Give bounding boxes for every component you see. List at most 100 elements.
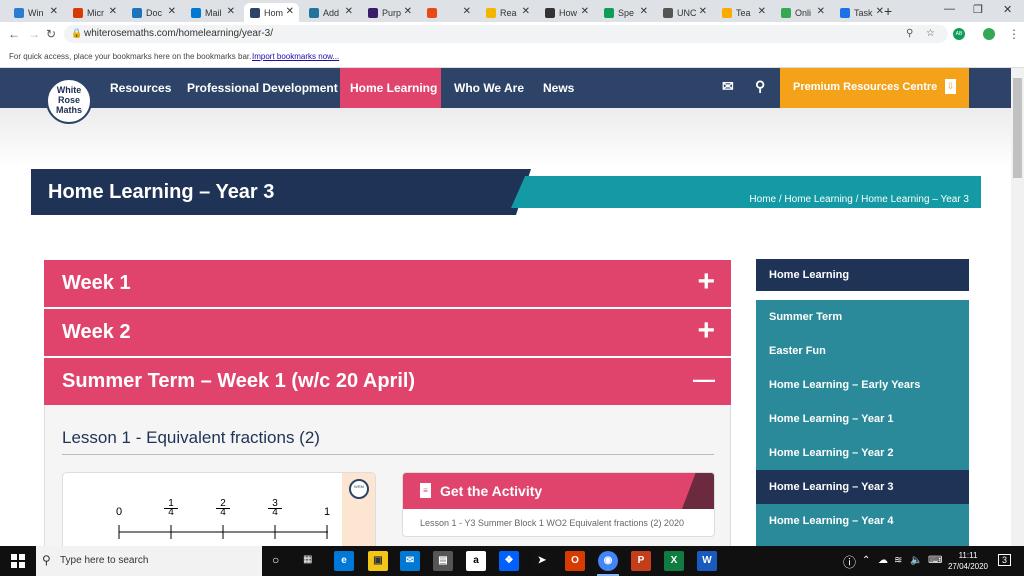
accordion-week-1[interactable]: Week 1 +	[44, 260, 731, 307]
reload-icon[interactable]: ↻	[46, 27, 56, 41]
forward-icon[interactable]: →	[28, 27, 40, 41]
tab-close-icon[interactable]: ✕	[109, 6, 117, 17]
tab-close-icon[interactable]: ✕	[817, 6, 825, 17]
breadcrumb[interactable]: Home / Home Learning / Home Learning – Y…	[749, 194, 969, 205]
mail-app-icon[interactable]: ✉	[400, 551, 420, 571]
browser-tab[interactable]: Task ✕	[834, 3, 889, 22]
menu-icon[interactable]: ⋮	[1008, 27, 1020, 41]
tab-close-icon[interactable]: ✕	[168, 6, 176, 17]
tab-close-icon[interactable]: ✕	[581, 6, 589, 17]
browser-tab[interactable]: Add ✕	[303, 3, 358, 22]
browser-tab[interactable]: Rea ✕	[480, 3, 535, 22]
expand-icon[interactable]: +	[697, 265, 715, 299]
tab-close-icon[interactable]: ✕	[699, 6, 707, 17]
accordion-week-2[interactable]: Week 2 +	[44, 309, 731, 356]
tab-close-icon[interactable]: ✕	[876, 6, 884, 17]
file-explorer-icon[interactable]: ▣	[368, 551, 388, 571]
browser-tab[interactable]: Hom ✕	[244, 3, 299, 22]
tab-close-icon[interactable]: ✕	[463, 6, 471, 17]
browser-tab[interactable]: Tea ✕	[716, 3, 771, 22]
star-icon[interactable]: ☆	[926, 28, 935, 39]
accordion-summer-week-1[interactable]: Summer Term – Week 1 (w/c 20 April) —	[44, 358, 731, 405]
tab-close-icon[interactable]: ✕	[404, 6, 412, 17]
powerpoint-icon[interactable]: P	[631, 551, 651, 571]
excel-icon[interactable]: X	[664, 551, 684, 571]
browser-tab[interactable]: Win ✕	[8, 3, 63, 22]
office-icon[interactable]: O	[565, 551, 585, 571]
chrome-icon[interactable]: ◉	[598, 551, 618, 571]
browser-tab[interactable]: Mail ✕	[185, 3, 240, 22]
activity-description[interactable]: Lesson 1 - Y3 Summer Block 1 WO2 Equival…	[420, 518, 684, 528]
bolt-app-icon[interactable]: ➤	[532, 551, 552, 571]
tab-close-icon[interactable]: ✕	[50, 6, 58, 17]
nav-professional-development[interactable]: Professional Development	[187, 81, 338, 95]
notification-center-icon[interactable]: 3	[998, 554, 1012, 566]
sidebar-item-year-3[interactable]: Home Learning – Year 3	[756, 470, 969, 504]
nav-home-learning[interactable]: Home Learning	[350, 81, 437, 95]
browser-tab[interactable]: Onli ✕	[775, 3, 830, 22]
restore-button[interactable]: ❐	[973, 3, 983, 16]
get-activity-card[interactable]: ≡ Get the Activity Lesson 1 - Y3 Summer …	[402, 472, 715, 537]
tab-close-icon[interactable]: ✕	[286, 6, 294, 17]
scrollbar-thumb[interactable]	[1013, 78, 1022, 178]
wifi-icon[interactable]: ≋	[894, 555, 902, 566]
browser-tab[interactable]: Doc ✕	[126, 3, 181, 22]
sidebar-item-year-2[interactable]: Home Learning – Year 2	[756, 436, 969, 470]
expand-icon[interactable]: +	[697, 314, 715, 348]
browser-tab[interactable]: ✕	[421, 3, 476, 22]
tab-close-icon[interactable]: ✕	[227, 6, 235, 17]
profile-avatar[interactable]: AB	[953, 28, 965, 40]
volume-icon[interactable]: 🔈	[910, 555, 922, 566]
browser-tab[interactable]: Micr ✕	[67, 3, 122, 22]
taskbar-clock[interactable]: 11:11 27/04/2020	[944, 550, 992, 572]
tab-favicon-icon	[486, 7, 496, 18]
premium-resources-button[interactable]: Premium Resources Centre ⇩	[780, 68, 969, 108]
search-icon[interactable]: ⚲	[755, 78, 765, 95]
cortana-icon[interactable]: ○	[272, 553, 279, 567]
nav-resources[interactable]: Resources	[110, 81, 171, 95]
minimize-button[interactable]: —	[944, 3, 955, 15]
url-text[interactable]: whiterosemaths.com/homelearning/year-3/	[84, 28, 273, 39]
cloud-icon[interactable]: ☁	[878, 555, 888, 566]
windows-start-icon[interactable]	[11, 554, 25, 568]
chevron-up-icon[interactable]: ⌃	[862, 555, 870, 566]
dropbox-icon[interactable]: ❖	[499, 551, 519, 571]
keyboard-icon[interactable]: ⌨	[928, 555, 942, 566]
collapse-icon[interactable]: —	[693, 367, 715, 393]
edge-icon[interactable]: e	[334, 551, 354, 571]
omnibox[interactable]: 🔒 whiterosemaths.com/homelearning/year-3…	[64, 25, 948, 43]
sidebar-heading[interactable]: Home Learning	[756, 259, 969, 291]
browser-tab[interactable]: Purp ✕	[362, 3, 417, 22]
new-tab-button[interactable]: +	[884, 3, 892, 19]
sidebar-item-easter-fun[interactable]: Easter Fun	[756, 334, 969, 368]
sidebar-item-summer-term[interactable]: Summer Term	[756, 300, 969, 334]
tab-favicon-icon	[722, 7, 732, 18]
white-rose-maths-logo[interactable]: White Rose Maths	[46, 78, 92, 124]
mail-icon[interactable]: ✉	[722, 78, 734, 95]
word-icon[interactable]: W	[697, 551, 717, 571]
tab-close-icon[interactable]: ✕	[522, 6, 530, 17]
browser-tab[interactable]: UNC ✕	[657, 3, 712, 22]
close-window-button[interactable]: ✕	[1003, 3, 1012, 16]
shield-extension-icon[interactable]	[983, 28, 995, 40]
tab-close-icon[interactable]: ✕	[345, 6, 353, 17]
sidebar-item-early-years[interactable]: Home Learning – Early Years	[756, 368, 969, 402]
zoom-icon[interactable]: ⚲	[906, 28, 913, 39]
import-bookmarks-link[interactable]: Import bookmarks now...	[252, 52, 339, 61]
browser-tab[interactable]: Spe ✕	[598, 3, 653, 22]
nav-who-we-are[interactable]: Who We Are	[454, 81, 524, 95]
taskbar-search-box[interactable]: ⚲ Type here to search	[36, 546, 262, 576]
amazon-icon[interactable]: a	[466, 551, 486, 571]
nav-news[interactable]: News	[543, 81, 574, 95]
store-icon[interactable]: ▤	[433, 551, 453, 571]
browser-tab[interactable]: How ✕	[539, 3, 594, 22]
get-activity-button[interactable]: ≡ Get the Activity	[403, 473, 714, 509]
back-icon[interactable]: ←	[8, 27, 20, 41]
help-icon[interactable]: ⓘ	[843, 552, 856, 571]
sidebar-item-year-1[interactable]: Home Learning – Year 1	[756, 402, 969, 436]
tab-close-icon[interactable]: ✕	[758, 6, 766, 17]
sidebar-item-year-4[interactable]: Home Learning – Year 4	[756, 504, 969, 538]
lesson-video-thumbnail[interactable]: WRM 0 14 24 34 1	[62, 472, 376, 552]
tab-close-icon[interactable]: ✕	[640, 6, 648, 17]
task-view-icon[interactable]: ▦	[303, 554, 312, 565]
